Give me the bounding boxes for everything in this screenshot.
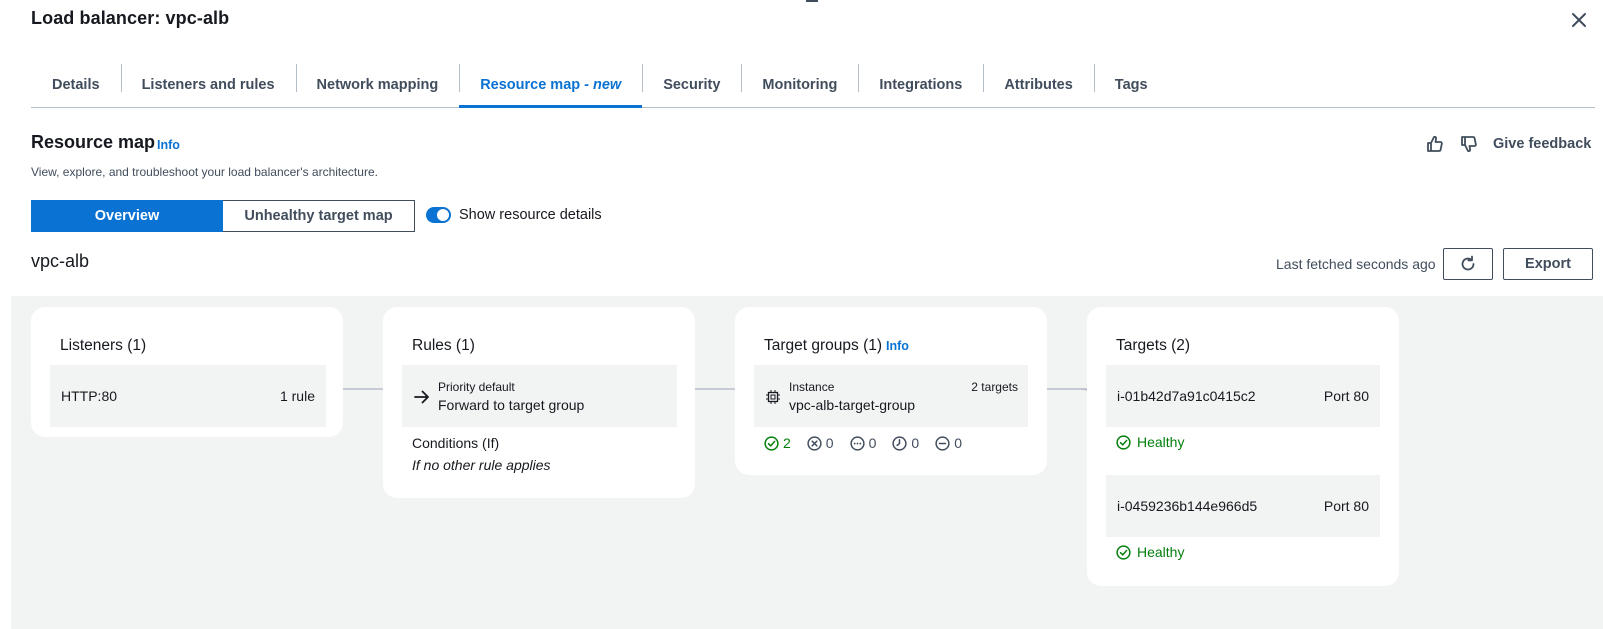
tab-details[interactable]: Details bbox=[31, 62, 121, 107]
unused-count: 0 bbox=[849, 435, 877, 451]
tab-label: Tags bbox=[1114, 76, 1148, 93]
refresh-button[interactable] bbox=[1443, 248, 1493, 280]
initial-count-value: 0 bbox=[911, 435, 920, 451]
tab-label: Monitoring bbox=[762, 76, 838, 93]
target-port: Port 80 bbox=[1323, 498, 1369, 514]
healthy-count: 2 bbox=[764, 435, 791, 451]
top-resize-handle bbox=[806, 0, 818, 2]
status-healthy-icon bbox=[764, 435, 779, 451]
info-link[interactable]: Info bbox=[886, 339, 909, 353]
target-groups-title-row: Target groups (1) Info bbox=[764, 337, 909, 355]
page-title: Load balancer: vpc-alb bbox=[31, 8, 230, 28]
target-group-name: vpc-alb-target-group bbox=[789, 397, 916, 413]
status-unhealthy-icon bbox=[807, 435, 822, 451]
rule-priority: Priority default bbox=[438, 380, 515, 394]
target-id: i-0459236b144e966d5 bbox=[1117, 498, 1258, 514]
target-health-status: Healthy bbox=[1116, 434, 1184, 450]
arrow-right-icon bbox=[414, 390, 429, 404]
rules-title: Rules (1) bbox=[412, 337, 475, 354]
listeners-card: Listeners (1) HTTP:80 1 rule bbox=[31, 307, 343, 437]
target-groups-title: Target groups (1) bbox=[764, 337, 883, 354]
status-healthy-icon bbox=[1116, 434, 1131, 450]
draining-count: 0 bbox=[935, 435, 962, 451]
refresh-icon bbox=[1461, 255, 1475, 271]
thumbs-down-icon[interactable] bbox=[1459, 134, 1479, 154]
tab-network-mapping[interactable]: Network mapping bbox=[295, 62, 460, 107]
target-node[interactable]: i-01b42d7a91c0415c2 Port 80 bbox=[1106, 365, 1380, 427]
feedback-group: Give feedback bbox=[1425, 134, 1591, 154]
listener-rule-count: 1 rule bbox=[279, 388, 315, 404]
load-balancer-name: vpc-alb bbox=[31, 251, 90, 271]
target-port: Port 80 bbox=[1323, 388, 1369, 404]
target-group-type: Instance bbox=[789, 380, 835, 394]
target-node[interactable]: i-0459236b144e966d5 Port 80 bbox=[1106, 475, 1380, 537]
thumbs-up-icon[interactable] bbox=[1425, 134, 1445, 154]
tab-label: Security bbox=[663, 76, 721, 93]
tab-tags[interactable]: Tags bbox=[1093, 62, 1169, 107]
tab-label: Listeners and rules bbox=[141, 76, 275, 93]
target-health-status: Healthy bbox=[1116, 544, 1184, 560]
listeners-title: Listeners (1) bbox=[60, 337, 147, 354]
tab-resource-map[interactable]: Resource map - new bbox=[459, 62, 643, 108]
status-unused-icon bbox=[849, 435, 865, 451]
rules-card: Rules (1) Priority default Forward to ta… bbox=[383, 307, 695, 498]
rule-node[interactable]: Priority default Forward to target group bbox=[402, 365, 677, 427]
status-healthy-icon bbox=[1116, 544, 1131, 560]
target-groups-card: Target groups (1) Info Instance vpc-alb-t… bbox=[735, 307, 1047, 475]
target-group-node[interactable]: Instance vpc-alb-target-group 2 targets bbox=[754, 365, 1028, 427]
target-status-label: Healthy bbox=[1137, 544, 1185, 560]
tab-security[interactable]: Security bbox=[642, 62, 741, 107]
tab-label: Integrations bbox=[879, 76, 963, 93]
targets-title: Targets (2) bbox=[1116, 337, 1191, 354]
chip-icon bbox=[766, 390, 780, 404]
export-button[interactable]: Export bbox=[1503, 248, 1593, 280]
info-link[interactable]: Info bbox=[157, 138, 180, 152]
targets-card: Targets (2) i-01b42d7a91c0415c2 Port 80 … bbox=[1087, 307, 1399, 586]
target-id: i-01b42d7a91c0415c2 bbox=[1117, 388, 1256, 404]
tab-label: Resource map bbox=[480, 76, 581, 93]
healthy-count-value: 2 bbox=[783, 435, 791, 451]
tab-new-badge: - new bbox=[584, 76, 622, 93]
show-details-toggle-group: Show resource details bbox=[426, 207, 602, 223]
tab-label: Network mapping bbox=[316, 76, 439, 93]
unused-count-value: 0 bbox=[868, 435, 877, 451]
status-pending-icon bbox=[892, 435, 908, 451]
show-resource-details-toggle[interactable] bbox=[426, 207, 451, 223]
tab-attributes[interactable]: Attributes bbox=[983, 62, 1093, 107]
tab-bar: Details Listeners and rules Network mapp… bbox=[31, 62, 1595, 108]
last-fetched-text: Last fetched seconds ago bbox=[1276, 256, 1436, 272]
conditions-title: Conditions (If) bbox=[412, 435, 500, 451]
target-health-counts: 2 0 0 0 0 bbox=[764, 435, 978, 451]
resource-map-canvas: Listeners (1) HTTP:80 1 rule Rules (1) P… bbox=[11, 296, 1603, 629]
tab-label: Attributes bbox=[1004, 76, 1073, 93]
initial-count: 0 bbox=[892, 435, 919, 451]
unhealthy-count: 0 bbox=[807, 435, 834, 451]
listener-name: HTTP:80 bbox=[61, 388, 118, 404]
unhealthy-target-map-button[interactable]: Unhealthy target map bbox=[223, 200, 415, 232]
view-switcher: Overview Unhealthy target map bbox=[31, 200, 415, 232]
unhealthy-count-value: 0 bbox=[825, 435, 834, 451]
close-icon[interactable] bbox=[1568, 9, 1590, 31]
rule-action: Forward to target group bbox=[438, 397, 585, 413]
draining-count-value: 0 bbox=[954, 435, 962, 451]
overview-button[interactable]: Overview bbox=[31, 200, 223, 232]
target-group-target-count: 2 targets bbox=[971, 380, 1018, 394]
target-status-label: Healthy bbox=[1137, 434, 1185, 450]
tab-integrations[interactable]: Integrations bbox=[858, 62, 983, 107]
tab-label: Details bbox=[52, 76, 100, 93]
tab-monitoring[interactable]: Monitoring bbox=[741, 62, 858, 107]
status-draining-icon bbox=[935, 435, 950, 451]
section-description: View, explore, and troubleshoot your loa… bbox=[31, 165, 378, 179]
conditions-value: If no other rule applies bbox=[412, 457, 551, 473]
toggle-label: Show resource details bbox=[459, 207, 602, 223]
give-feedback-link[interactable]: Give feedback bbox=[1493, 136, 1591, 152]
listener-node[interactable]: HTTP:80 1 rule bbox=[50, 365, 326, 427]
section-title: Resource map bbox=[31, 132, 156, 152]
tab-listeners-and-rules[interactable]: Listeners and rules bbox=[120, 62, 296, 107]
